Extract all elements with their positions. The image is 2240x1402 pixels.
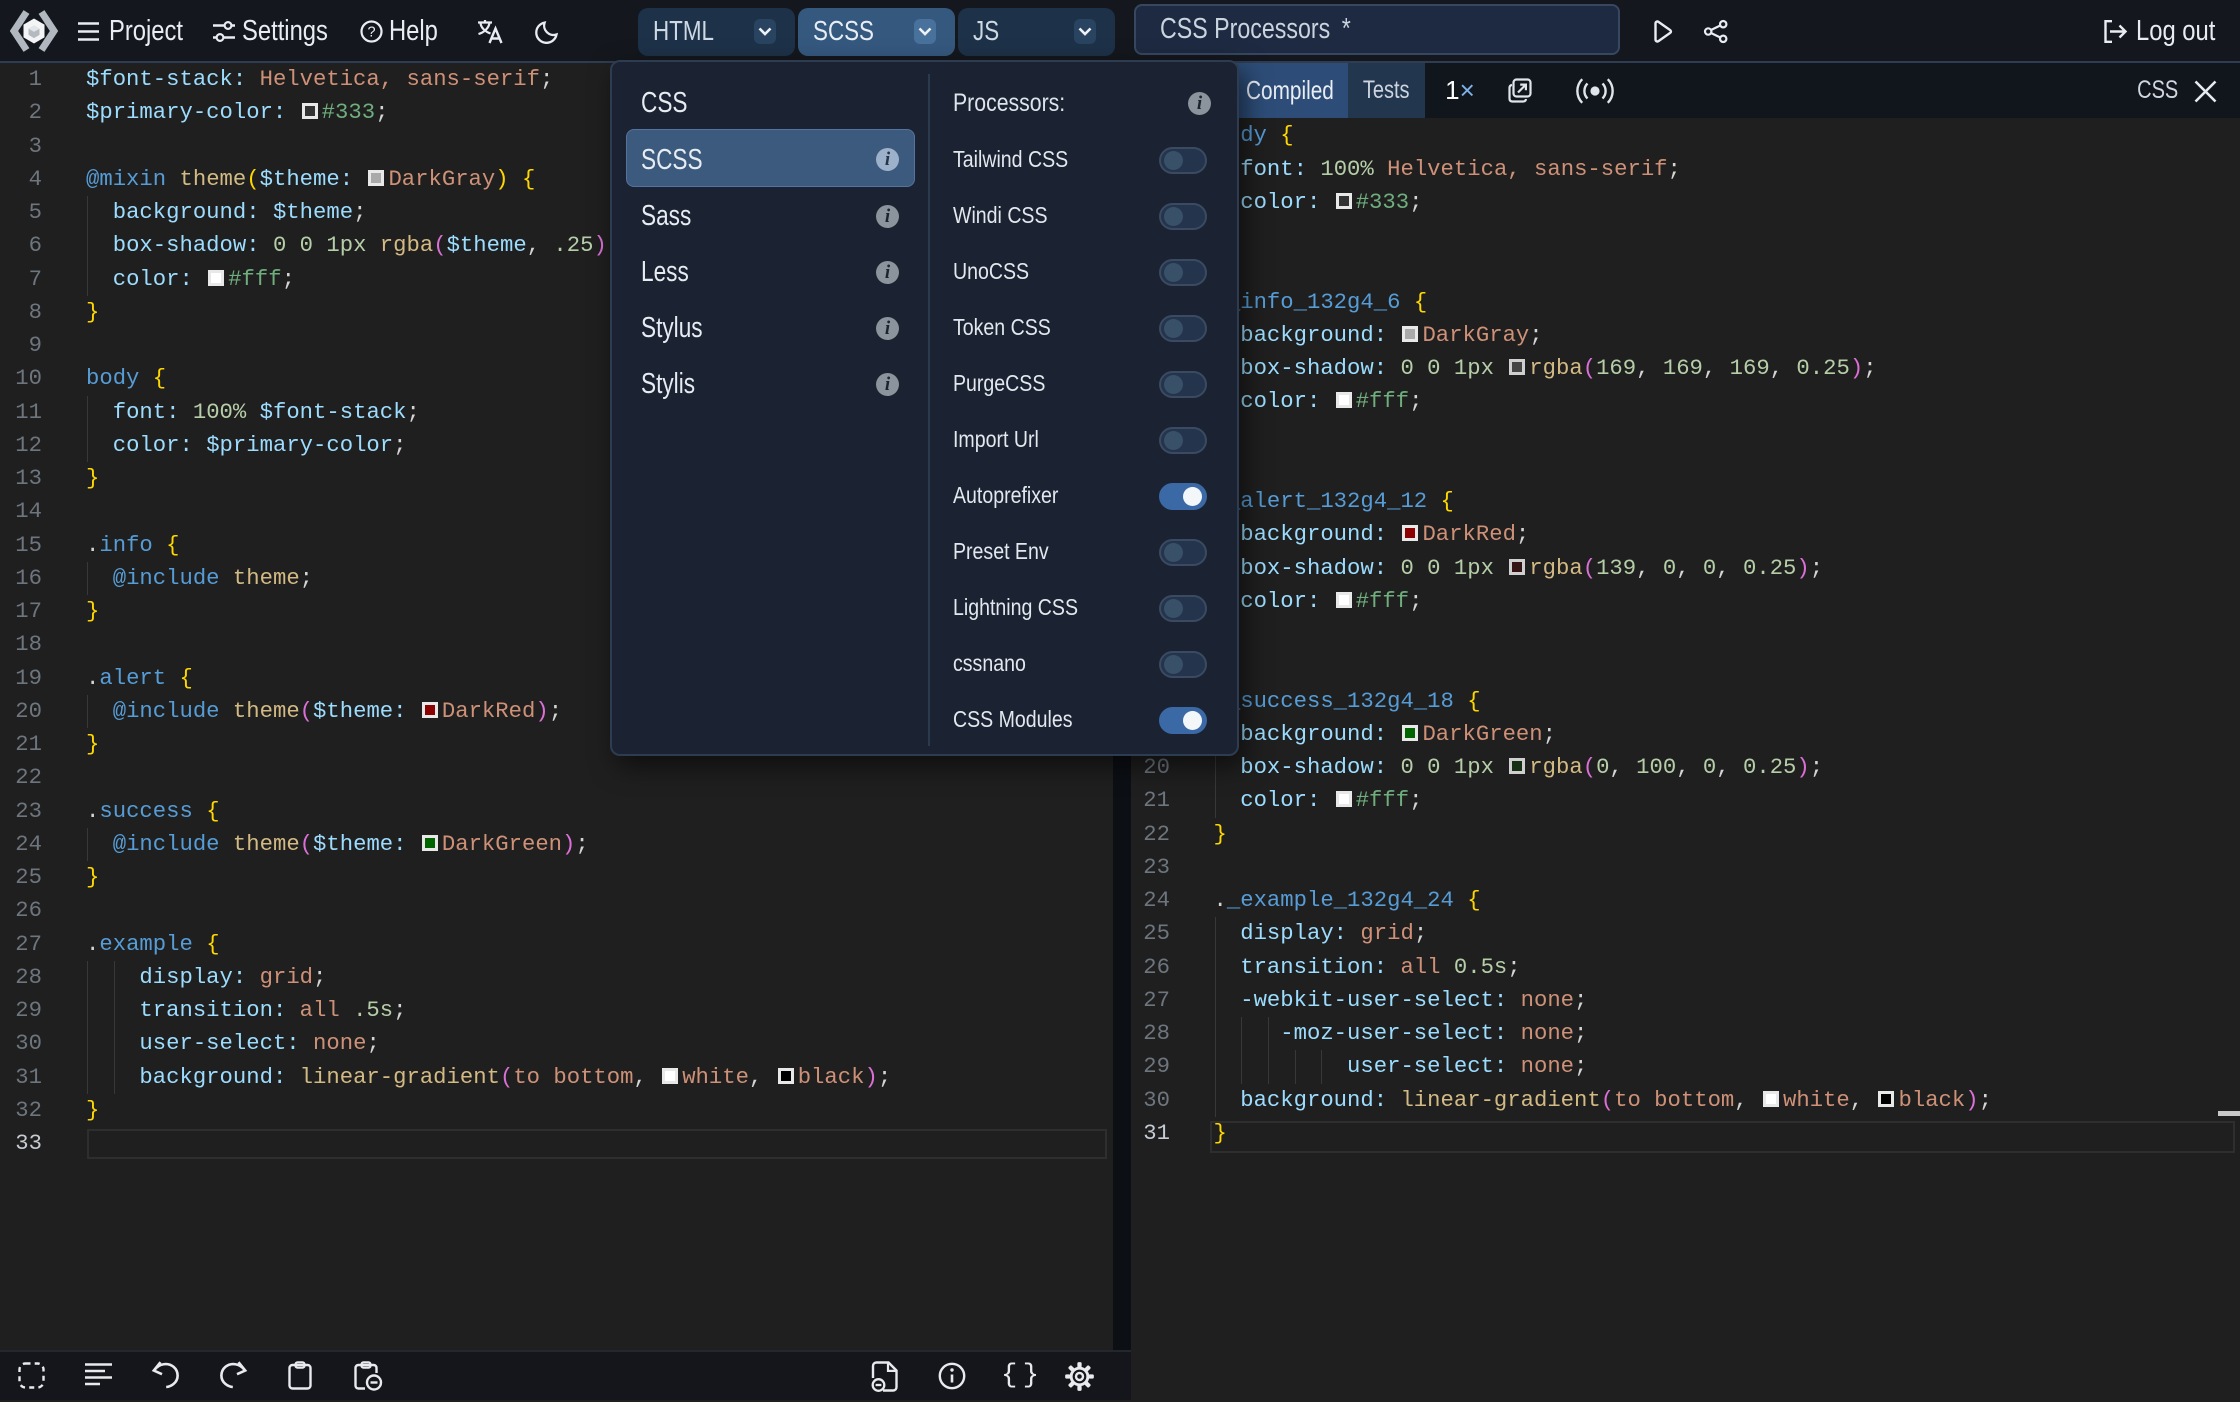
svg-text:?: ? [367, 25, 375, 41]
